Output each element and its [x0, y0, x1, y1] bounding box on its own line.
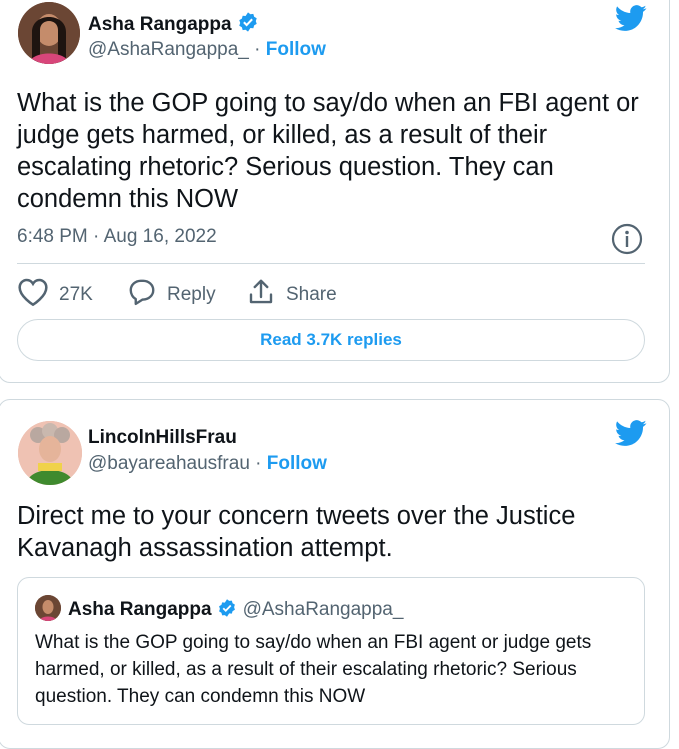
quoted-avatar [35, 595, 61, 621]
share-button[interactable]: Share [246, 277, 337, 313]
heart-icon [17, 277, 59, 313]
verified-badge-icon [217, 598, 237, 624]
author-name[interactable]: Asha Rangappa [88, 11, 259, 39]
quoted-tweet[interactable]: Asha Rangappa @AshaRangappa_ What is the … [17, 577, 645, 725]
tweet-card-1: Asha Rangappa @AshaRangappa_ · Follow Wh… [0, 0, 670, 383]
share-icon [246, 277, 286, 313]
handle-line: @AshaRangappa_ · Follow [88, 39, 326, 61]
separator: · [248, 39, 266, 60]
avatar[interactable] [18, 421, 82, 485]
quoted-author: Asha Rangappa @AshaRangappa_ [68, 598, 403, 624]
avatar[interactable] [18, 2, 80, 64]
reply-label: Reply [167, 284, 216, 305]
reply-icon [127, 277, 167, 313]
author-name[interactable]: LincolnHillsFrau [88, 427, 237, 449]
like-count: 27K [59, 284, 93, 305]
quoted-author-handle: @AshaRangappa_ [242, 599, 404, 620]
author-handle[interactable]: @AshaRangappa_ [88, 39, 249, 60]
reply-button[interactable]: Reply [127, 277, 216, 313]
handle-line: @bayareahausfrau · Follow [88, 453, 327, 475]
info-icon[interactable] [610, 222, 644, 261]
like-button[interactable]: 27K [17, 277, 93, 313]
tweet-text: Direct me to your concern tweets over th… [17, 502, 576, 562]
author-handle[interactable]: @bayareahausfrau [88, 453, 250, 474]
timestamp[interactable]: 6:48 PM · Aug 16, 2022 [17, 226, 217, 248]
divider [17, 263, 645, 264]
follow-button[interactable]: Follow [267, 453, 327, 474]
follow-button[interactable]: Follow [266, 39, 326, 60]
read-replies-button[interactable]: Read 3.7K replies [17, 319, 645, 361]
quoted-author-name: Asha Rangappa [68, 599, 212, 620]
tweet-text: What is the GOP going to say/do when an … [17, 89, 639, 213]
twitter-bird-icon[interactable] [614, 5, 647, 37]
tweet-card-2: LincolnHillsFrau @bayareahausfrau · Foll… [0, 399, 670, 749]
twitter-bird-icon[interactable] [614, 420, 647, 452]
quoted-text: What is the GOP going to say/do when an … [35, 632, 592, 707]
separator: · [249, 453, 267, 474]
verified-badge-icon [237, 11, 259, 39]
author-name-text: Asha Rangappa [88, 14, 232, 35]
share-label: Share [286, 284, 337, 305]
